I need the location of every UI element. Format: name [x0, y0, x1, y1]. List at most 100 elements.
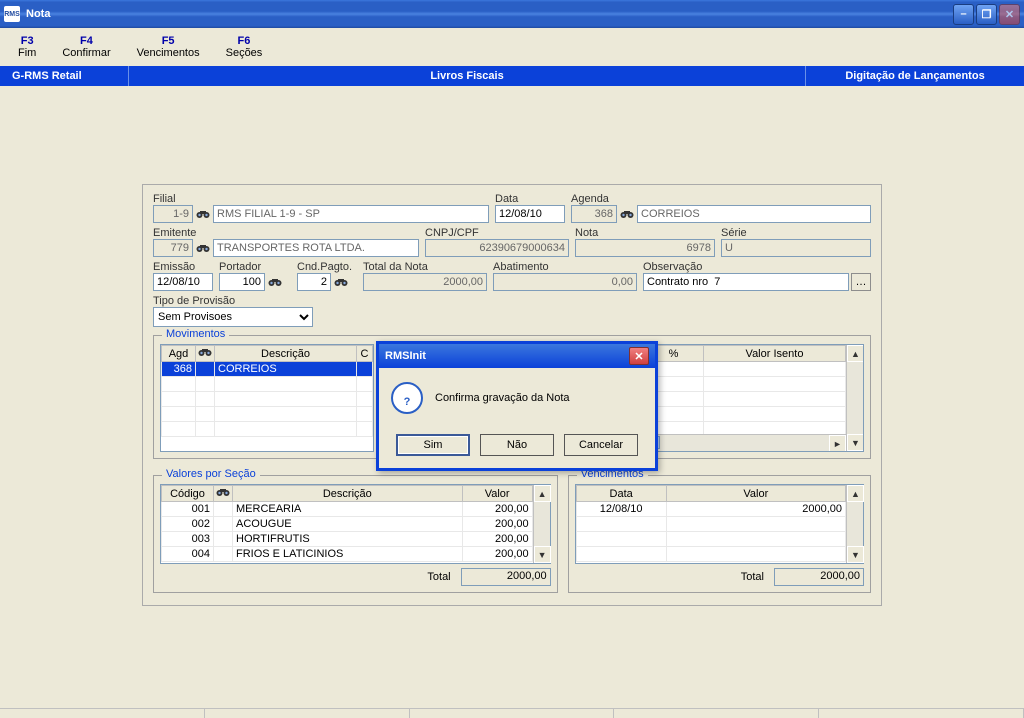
scrollbar-vertical[interactable]: ▲ ▼ — [533, 485, 550, 563]
table-row[interactable]: 001MERCEARIA200,00 — [162, 502, 533, 517]
abatimento-input — [493, 273, 637, 291]
table-row[interactable]: 004FRIOS E LATICINIOS200,00 — [162, 547, 533, 562]
scrollbar-vertical[interactable]: ▲ ▼ — [846, 485, 863, 563]
dialog-title: RMSInit — [385, 350, 629, 362]
col-codigo: Código — [162, 486, 214, 502]
data-label: Data — [495, 193, 565, 205]
confirm-dialog: RMSInit ✕ Confirma gravação da Nota Sim … — [376, 341, 658, 471]
app-icon: RMS — [4, 6, 20, 22]
vencimentos-total: 2000,00 — [774, 568, 864, 586]
serie-input — [721, 239, 871, 257]
col-descricao: Descrição — [215, 346, 357, 362]
cndpagto-label: Cnd.Pagto. — [297, 261, 357, 273]
fkey-menu: F3Fim F4Confirmar F5Vencimentos F6Seções — [0, 28, 1024, 66]
col-valor-isento: Valor Isento — [704, 346, 846, 362]
dialog-titlebar: RMSInit ✕ — [379, 344, 655, 368]
valores-secao-group: Valores por Seção Código Descrição Valor… — [153, 475, 558, 593]
table-row[interactable]: 12/08/10 2000,00 — [576, 502, 845, 517]
scroll-down-icon[interactable]: ▼ — [847, 434, 864, 451]
window-title: Nota — [26, 8, 953, 20]
agenda-label: Agenda — [571, 193, 871, 205]
fkey-fim[interactable]: F3Fim — [10, 33, 44, 61]
table-row[interactable]: 002ACOUGUE200,00 — [162, 517, 533, 532]
scrollbar-vertical[interactable]: ▲ ▼ — [846, 345, 863, 451]
binoculars-icon[interactable] — [267, 274, 283, 290]
col-bino[interactable] — [196, 346, 215, 362]
filial-code — [153, 205, 193, 223]
dialog-no-button[interactable]: Não — [480, 434, 554, 456]
binoculars-icon[interactable] — [195, 240, 211, 256]
col-c: C — [357, 346, 373, 362]
abatimento-label: Abatimento — [493, 261, 637, 273]
total-label: Total — [741, 571, 764, 583]
observacao-label: Observação — [643, 261, 871, 273]
col-data: Data — [576, 486, 666, 502]
binoculars-icon[interactable] — [619, 206, 635, 222]
ribbon-app-name: G-RMS Retail — [0, 66, 128, 86]
serie-label: Série — [721, 227, 871, 239]
table-row[interactable]: 368 CORREIOS — [162, 362, 373, 377]
dialog-message: Confirma gravação da Nota — [435, 392, 570, 404]
emitente-label: Emitente — [153, 227, 419, 239]
binoculars-icon[interactable] — [333, 274, 349, 290]
question-icon — [391, 382, 423, 414]
emissao-input[interactable] — [153, 273, 213, 291]
nota-input — [575, 239, 715, 257]
scroll-up-icon[interactable]: ▲ — [847, 345, 864, 362]
cnpj-label: CNPJ/CPF — [425, 227, 569, 239]
scroll-up-icon[interactable]: ▲ — [847, 485, 864, 502]
vencimentos-group: Vencimentos Data Valor 12/08/10 2000,00 — [568, 475, 871, 593]
dialog-yes-button[interactable]: Sim — [396, 434, 470, 456]
emitente-name: TRANSPORTES ROTA LTDA. — [213, 239, 419, 257]
ribbon-module: Livros Fiscais — [129, 66, 805, 86]
scroll-up-icon[interactable]: ▲ — [534, 485, 551, 502]
observacao-more-button[interactable]: … — [851, 273, 871, 291]
emissao-label: Emissão — [153, 261, 213, 273]
tipo-provisao-select[interactable]: Sem Provisoes — [153, 307, 313, 327]
window-titlebar: RMS Nota – ❐ ✕ — [0, 0, 1024, 28]
valores-secao-total: 2000,00 — [461, 568, 551, 586]
emitente-code — [153, 239, 193, 257]
maximize-button[interactable]: ❐ — [976, 4, 997, 25]
valores-secao-table[interactable]: Código Descrição Valor 001MERCEARIA200,0… — [160, 484, 551, 564]
portador-input[interactable] — [219, 273, 265, 291]
nota-label: Nota — [575, 227, 715, 239]
dialog-close-button[interactable]: ✕ — [629, 347, 649, 365]
total-nota-label: Total da Nota — [363, 261, 487, 273]
scroll-down-icon[interactable]: ▼ — [847, 546, 864, 563]
portador-label: Portador — [219, 261, 291, 273]
tipo-provisao-label: Tipo de Provisão — [153, 295, 313, 307]
cnpj-input — [425, 239, 569, 257]
total-label: Total — [427, 571, 450, 583]
col-valor: Valor — [666, 486, 845, 502]
status-bar — [0, 708, 1024, 718]
ribbon-bar: G-RMS Retail Livros Fiscais Digitação de… — [0, 66, 1024, 86]
agenda-code — [571, 205, 617, 223]
fkey-secoes[interactable]: F6Seções — [218, 33, 271, 61]
ribbon-screen: Digitação de Lançamentos — [806, 66, 1024, 86]
observacao-input[interactable] — [643, 273, 849, 291]
scroll-right-icon[interactable]: ► — [829, 435, 846, 452]
total-nota-input — [363, 273, 487, 291]
movimentos-table-left[interactable]: Agd Descrição C 368 CORREIOS — [160, 344, 374, 452]
filial-name: RMS FILIAL 1-9 - SP — [213, 205, 489, 223]
data-input[interactable] — [495, 205, 565, 223]
fkey-vencimentos[interactable]: F5Vencimentos — [129, 33, 208, 61]
movimentos-legend: Movimentos — [162, 328, 229, 340]
col-descricao: Descrição — [233, 486, 463, 502]
col-valor: Valor — [462, 486, 532, 502]
table-row[interactable]: 003HORTIFRUTIS200,00 — [162, 532, 533, 547]
dialog-cancel-button[interactable]: Cancelar — [564, 434, 638, 456]
close-button[interactable]: ✕ — [999, 4, 1020, 25]
binoculars-icon[interactable] — [195, 206, 211, 222]
minimize-button[interactable]: – — [953, 4, 974, 25]
cndpagto-input[interactable] — [297, 273, 331, 291]
agenda-name: CORREIOS — [637, 205, 871, 223]
col-bino[interactable] — [214, 486, 233, 502]
fkey-confirmar[interactable]: F4Confirmar — [54, 33, 118, 61]
col-agd: Agd — [162, 346, 196, 362]
scroll-down-icon[interactable]: ▼ — [534, 546, 551, 563]
vencimentos-table[interactable]: Data Valor 12/08/10 2000,00 ▲ ▼ — [575, 484, 864, 564]
valores-secao-legend: Valores por Seção — [162, 468, 260, 480]
filial-label: Filial — [153, 193, 489, 205]
